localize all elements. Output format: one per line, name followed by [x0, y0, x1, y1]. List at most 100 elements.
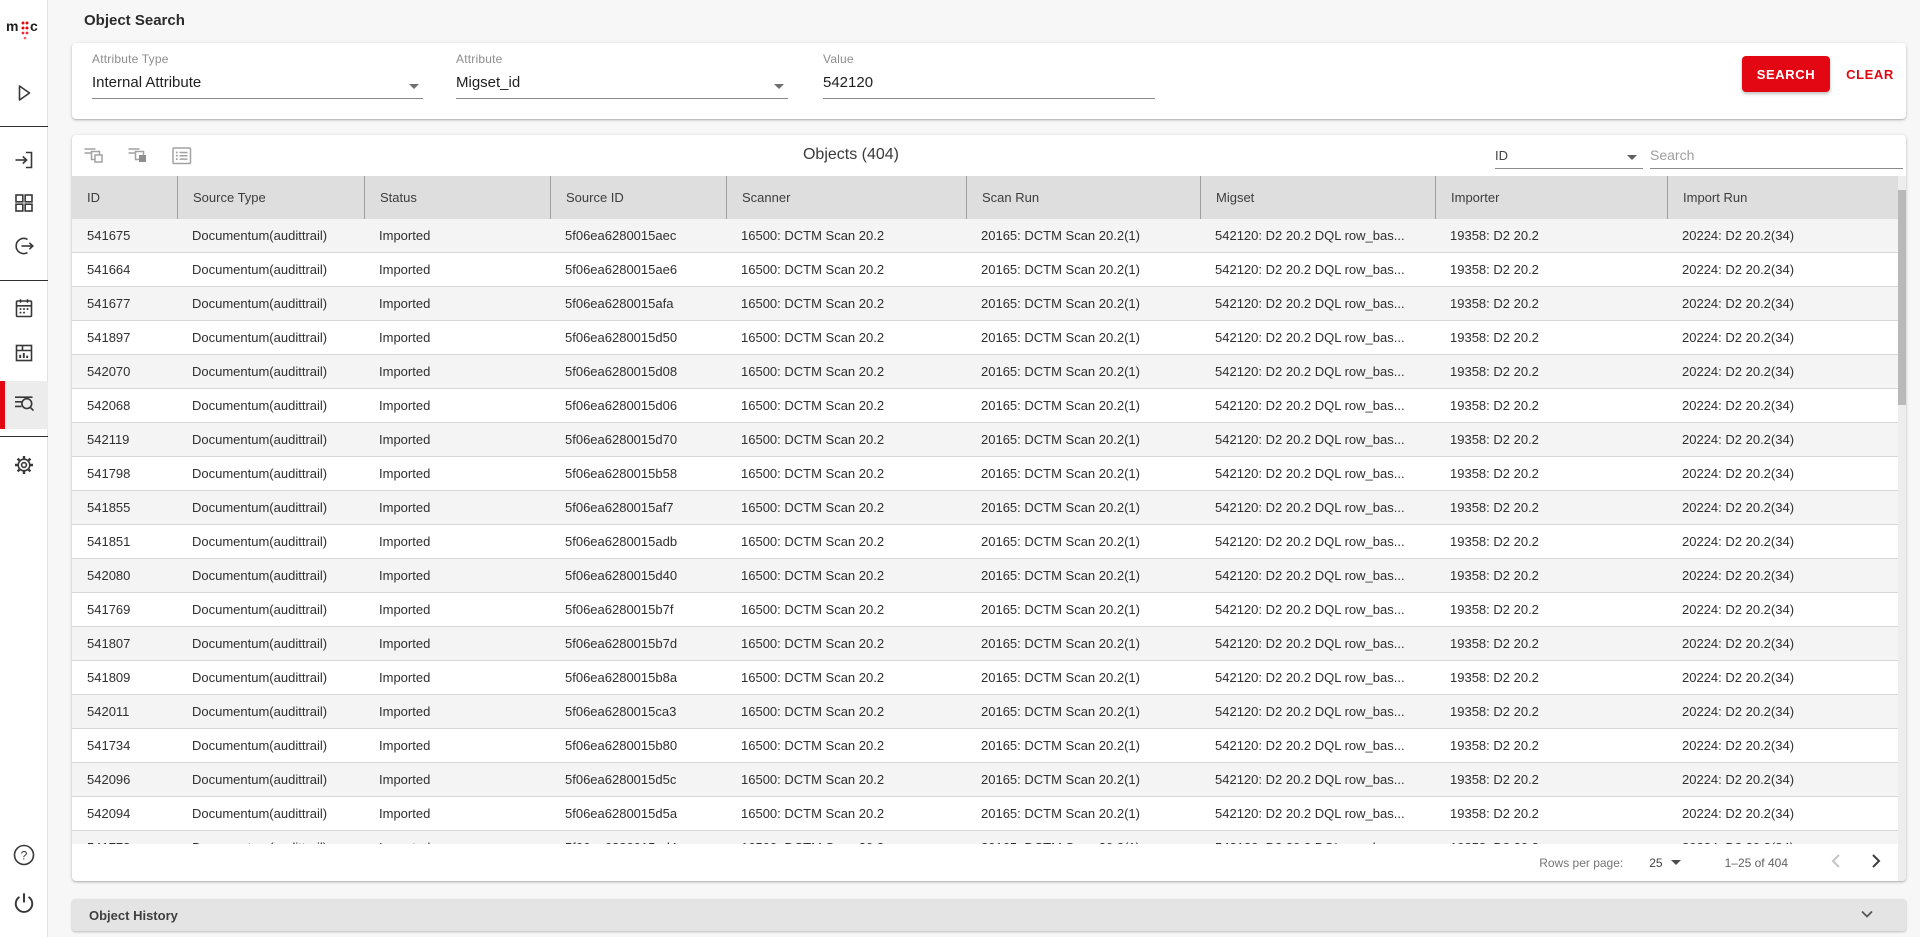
- column-header[interactable]: Status: [364, 176, 550, 219]
- table-cell: 20224: D2 20.2(34): [1667, 457, 1906, 490]
- object-history-panel[interactable]: Object History: [72, 899, 1906, 931]
- sidebar-item-settings[interactable]: [0, 445, 48, 489]
- value-field[interactable]: Value: [823, 52, 1155, 110]
- table-row[interactable]: 542096Documentum(audittrail)Imported5f06…: [72, 763, 1906, 797]
- table-cell: 541675: [72, 219, 177, 252]
- table-row[interactable]: 541809Documentum(audittrail)Imported5f06…: [72, 661, 1906, 695]
- table-row[interactable]: 542068Documentum(audittrail)Imported5f06…: [72, 389, 1906, 423]
- table-row[interactable]: 541769Documentum(audittrail)Imported5f06…: [72, 593, 1906, 627]
- column-header[interactable]: Importer: [1435, 176, 1667, 219]
- table-cell: 541664: [72, 253, 177, 286]
- table-cell: 19358: D2 20.2: [1435, 525, 1667, 558]
- sidebar-item-import[interactable]: [0, 140, 48, 184]
- table-scrollbar[interactable]: [1898, 176, 1906, 881]
- table-row[interactable]: 541664Documentum(audittrail)Imported5f06…: [72, 253, 1906, 287]
- table-cell: Imported: [364, 219, 550, 252]
- column-header[interactable]: Import Run: [1667, 176, 1906, 219]
- table-cell: 542011: [72, 695, 177, 728]
- table-cell: 542120: D2 20.2 DQL row_bas...: [1200, 287, 1435, 320]
- sidebar-item-run[interactable]: [0, 73, 48, 117]
- filter-column-select[interactable]: ID: [1495, 142, 1643, 169]
- attribute-type-value[interactable]: Internal Attribute: [92, 74, 423, 99]
- column-header[interactable]: Source ID: [550, 176, 726, 219]
- table-cell: 542120: D2 20.2 DQL row_bas...: [1200, 763, 1435, 796]
- sidebar: m c: [0, 0, 48, 937]
- search-button[interactable]: SEARCH: [1742, 56, 1830, 92]
- table-cell: 16500: DCTM Scan 20.2: [726, 559, 966, 592]
- table-row[interactable]: 542119Documentum(audittrail)Imported5f06…: [72, 423, 1906, 457]
- logout-button[interactable]: [0, 883, 48, 927]
- table-cell: 542120: D2 20.2 DQL row_bas...: [1200, 627, 1435, 660]
- add-to-migset-icon[interactable]: [82, 144, 105, 167]
- table-cell: 5f06ea6280015af7: [550, 491, 726, 524]
- table-cell: 5f06ea6280015afa: [550, 287, 726, 320]
- table-cell: 20165: DCTM Scan 20.2(1): [966, 695, 1200, 728]
- table-row[interactable]: 541851Documentum(audittrail)Imported5f06…: [72, 525, 1906, 559]
- sidebar-item-reports[interactable]: [0, 333, 48, 377]
- table-row[interactable]: 541897Documentum(audittrail)Imported5f06…: [72, 321, 1906, 355]
- table-cell: 541798: [72, 457, 177, 490]
- table-cell: 16500: DCTM Scan 20.2: [726, 763, 966, 796]
- objects-title: Objects (404): [776, 146, 926, 164]
- table-row[interactable]: 541807Documentum(audittrail)Imported5f06…: [72, 627, 1906, 661]
- table-cell: 5f06ea6280015b7d: [550, 627, 726, 660]
- column-header[interactable]: Source Type: [177, 176, 364, 219]
- table-cell: 5f06ea6280015d70: [550, 423, 726, 456]
- sidebar-item-dashboard[interactable]: [0, 183, 48, 227]
- table-row[interactable]: 542070Documentum(audittrail)Imported5f06…: [72, 355, 1906, 389]
- sidebar-item-export[interactable]: [0, 226, 48, 270]
- attribute-select[interactable]: Attribute Migset_id: [456, 52, 788, 110]
- table-cell: 20224: D2 20.2(34): [1667, 253, 1906, 286]
- previous-page-button[interactable]: [1824, 851, 1848, 875]
- rows-per-page-select[interactable]: 25: [1649, 856, 1680, 870]
- table-row[interactable]: 541675Documentum(audittrail)Imported5f06…: [72, 219, 1906, 253]
- table-cell: 5f06ea6280015ed4: [550, 831, 726, 844]
- table-cell: 19358: D2 20.2: [1435, 559, 1667, 592]
- objects-panel: Objects (404) ID IDSource TypeStatusSour…: [72, 135, 1906, 881]
- table-cell: Documentum(audittrail): [177, 525, 364, 558]
- scrollbar-thumb[interactable]: [1898, 190, 1906, 405]
- table-row[interactable]: 541855Documentum(audittrail)Imported5f06…: [72, 491, 1906, 525]
- table-row[interactable]: 542011Documentum(audittrail)Imported5f06…: [72, 695, 1906, 729]
- table-cell: Documentum(audittrail): [177, 627, 364, 660]
- table-cell: 16500: DCTM Scan 20.2: [726, 525, 966, 558]
- table-cell: 20224: D2 20.2(34): [1667, 525, 1906, 558]
- table-cell: Documentum(audittrail): [177, 253, 364, 286]
- clear-button[interactable]: CLEAR: [1838, 56, 1902, 92]
- column-header[interactable]: Scanner: [726, 176, 966, 219]
- table-cell: 20165: DCTM Scan 20.2(1): [966, 287, 1200, 320]
- table-cell: 20224: D2 20.2(34): [1667, 593, 1906, 626]
- table-cell: Imported: [364, 831, 550, 844]
- table-cell: Documentum(audittrail): [177, 219, 364, 252]
- column-header[interactable]: ID: [72, 176, 177, 219]
- table-row[interactable]: 542094Documentum(audittrail)Imported5f06…: [72, 797, 1906, 831]
- table-row[interactable]: 542080Documentum(audittrail)Imported5f06…: [72, 559, 1906, 593]
- table-row[interactable]: 541798Documentum(audittrail)Imported5f06…: [72, 457, 1906, 491]
- attribute-type-select[interactable]: Attribute Type Internal Attribute: [92, 52, 423, 110]
- table-cell: 5f06ea6280015b8a: [550, 661, 726, 694]
- filter-column-value: ID: [1495, 148, 1508, 163]
- attribute-value[interactable]: Migset_id: [456, 74, 788, 99]
- help-button[interactable]: ?: [0, 835, 48, 879]
- help-icon: ?: [11, 842, 37, 873]
- select-columns-icon[interactable]: [170, 144, 193, 167]
- rows-per-page-label: Rows per page:: [1539, 856, 1623, 870]
- table-row[interactable]: 541778Documentum(audittrail)Imported5f06…: [72, 831, 1906, 844]
- column-header[interactable]: Scan Run: [966, 176, 1200, 219]
- objects-search-input[interactable]: [1650, 142, 1903, 169]
- sidebar-item-object-search[interactable]: [0, 381, 48, 429]
- table-cell: 16500: DCTM Scan 20.2: [726, 661, 966, 694]
- sidebar-item-scheduler[interactable]: [0, 288, 48, 332]
- object-history-title: Object History: [89, 908, 178, 923]
- remove-from-migset-icon[interactable]: [126, 144, 149, 167]
- value-input[interactable]: [823, 74, 1155, 99]
- column-header[interactable]: Migset: [1200, 176, 1435, 219]
- import-icon: [12, 148, 36, 177]
- table-cell: 20165: DCTM Scan 20.2(1): [966, 457, 1200, 490]
- table-cell: Documentum(audittrail): [177, 491, 364, 524]
- table-row[interactable]: 541734Documentum(audittrail)Imported5f06…: [72, 729, 1906, 763]
- table-row[interactable]: 541677Documentum(audittrail)Imported5f06…: [72, 287, 1906, 321]
- next-page-button[interactable]: [1864, 851, 1888, 875]
- table-cell: 20165: DCTM Scan 20.2(1): [966, 321, 1200, 354]
- object-search-icon: [12, 391, 36, 420]
